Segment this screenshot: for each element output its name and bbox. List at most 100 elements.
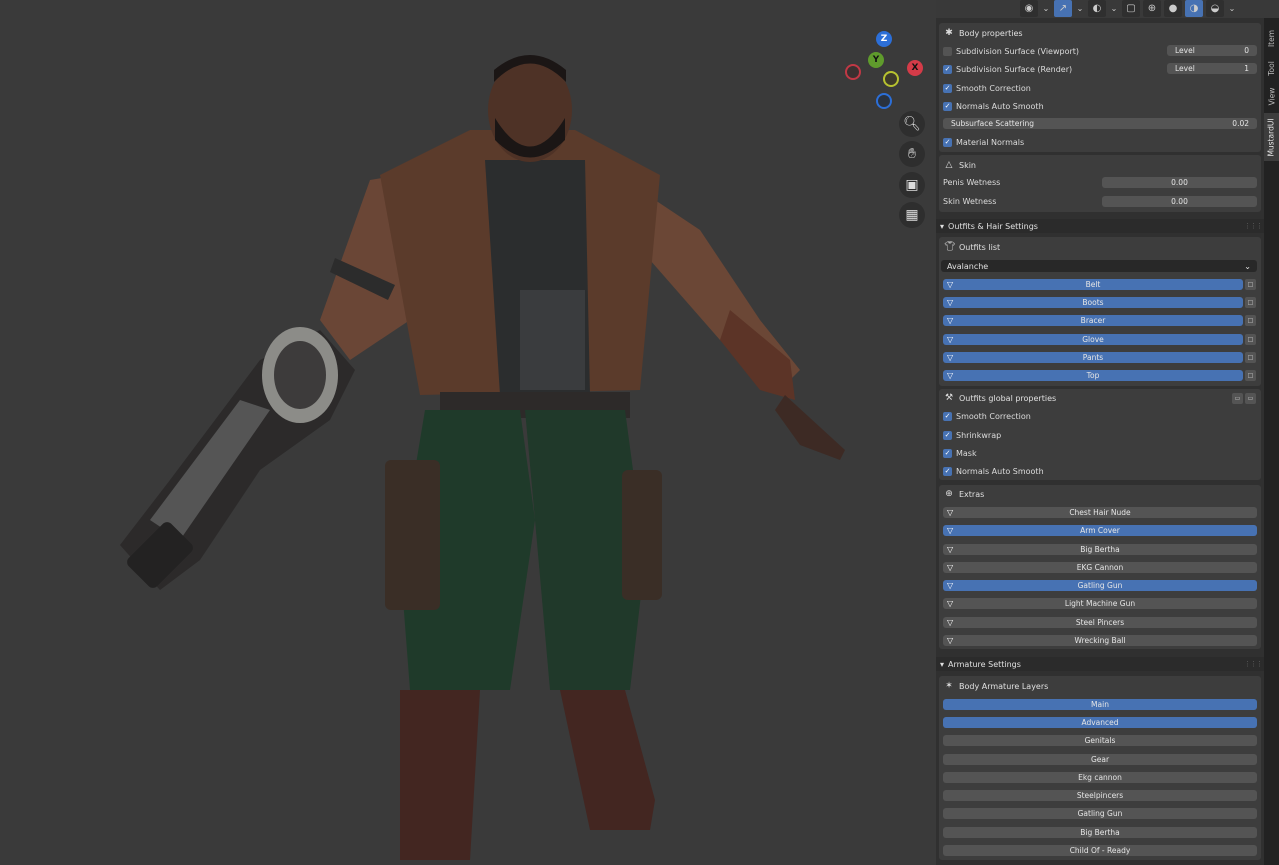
outfit-item-glove[interactable]: ▽ Glove [943, 334, 1243, 345]
camera-icon[interactable]: ▣ [899, 172, 925, 198]
layer-big-bertha[interactable]: Big Bertha [943, 827, 1257, 838]
chevron-down-icon[interactable]: ⌄ [1227, 0, 1237, 17]
outfit-item-pants[interactable]: ▽ Pants [943, 352, 1243, 363]
grid-icon[interactable]: ▦ [899, 202, 925, 228]
extra-chest-hair-nude[interactable]: ▽ Chest Hair Nude [943, 507, 1257, 518]
outfit-select[interactable]: Avalanche ⌄ [941, 260, 1257, 272]
lock-icon[interactable]: □ [1245, 279, 1256, 290]
outfits-hair-section-header[interactable]: ▾ Outfits & Hair Settings ⋮⋮⋮ [936, 219, 1264, 233]
global-mask-checkbox[interactable]: ✓ [943, 448, 952, 458]
xray-icon[interactable]: ▢ [1122, 0, 1140, 17]
gizmo-z-axis[interactable]: Z [876, 31, 892, 47]
solid-shading-icon[interactable]: ● [1164, 0, 1182, 17]
extra-gatling-gun[interactable]: ▽ Gatling Gun [943, 580, 1257, 591]
layer-gear[interactable]: Gear [943, 754, 1257, 765]
global-shrinkwrap-row[interactable]: ✓ Shrinkwrap [943, 429, 1001, 441]
subdiv-render-checkbox[interactable]: ✓ [943, 64, 952, 74]
outfit-item-belt[interactable]: ▽ Belt [943, 279, 1243, 290]
skin-wetness-label: Skin Wetness [943, 197, 997, 206]
armature-layers-title: Body Armature Layers [959, 681, 1049, 691]
outfits-list-title: Outfits list [959, 242, 1001, 252]
layer-steelpincers[interactable]: Steelpincers [943, 790, 1257, 801]
gizmo-neg-z[interactable] [876, 93, 892, 109]
drag-grip-icon[interactable]: ⋮⋮⋮ [1244, 660, 1263, 668]
material-normals-row[interactable]: ✓ Material Normals [943, 136, 1024, 148]
layer-ekg-cannon[interactable]: Ekg cannon [943, 772, 1257, 783]
subdiv-viewport-checkbox[interactable] [943, 46, 952, 56]
outfit-select-value: Avalanche [947, 261, 989, 271]
tab-tool[interactable]: Tool [1264, 54, 1279, 82]
armature-section-header[interactable]: ▾ Armature Settings ⋮⋮⋮ [936, 657, 1264, 671]
global-smooth-correction-row[interactable]: ✓ Smooth Correction [943, 410, 1031, 422]
chevron-down-icon[interactable]: ⌄ [1075, 0, 1085, 17]
sidebar-tabs: Item Tool View MustardUI [1264, 18, 1279, 865]
outfit-item-top[interactable]: ▽ Top [943, 370, 1243, 381]
drag-grip-icon[interactable]: ⋮⋮⋮ [1244, 222, 1263, 230]
extra-arm-cover[interactable]: ▽ Arm Cover [943, 525, 1257, 536]
zoom-icon[interactable]: 🔍︎ [899, 111, 925, 137]
gizmo-x-axis[interactable]: X [907, 60, 923, 76]
normals-auto-smooth-checkbox[interactable]: ✓ [943, 101, 952, 111]
gizmo-y-axis[interactable]: Y [868, 52, 884, 68]
chevron-down-icon[interactable]: ⌄ [1041, 0, 1051, 17]
extra-ekg-cannon[interactable]: ▽ EKG Cannon [943, 562, 1257, 573]
material-normals-checkbox[interactable]: ✓ [943, 137, 952, 147]
global-mask-row[interactable]: ✓ Mask [943, 447, 977, 459]
chevron-down-icon[interactable]: ⌄ [1109, 0, 1119, 17]
gizmo-neg-x[interactable] [845, 64, 861, 80]
eye-icon[interactable]: ◉ [1020, 0, 1038, 17]
material-shading-icon[interactable]: ◑ [1185, 0, 1203, 17]
outfit-item-label: Pants [1082, 353, 1104, 362]
extra-wrecking-ball[interactable]: ▽ Wrecking Ball [943, 635, 1257, 646]
3d-viewport[interactable]: Z Y X 🔍︎ ✋︎ ▣ ▦ [0, 0, 936, 865]
character-model[interactable] [0, 0, 936, 865]
smooth-correction-row[interactable]: ✓ Smooth Correction [943, 82, 1031, 94]
lock-icon[interactable]: □ [1245, 334, 1256, 345]
overlay-icon[interactable]: ◐ [1088, 0, 1106, 17]
subdiv-viewport-row[interactable]: Subdivision Surface (Viewport) [943, 45, 1079, 57]
tab-mustardui[interactable]: MustardUI [1264, 113, 1279, 161]
extra-label: Steel Pincers [1075, 618, 1125, 627]
gizmo-neg-y[interactable] [883, 71, 899, 87]
layer-genitals[interactable]: Genitals [943, 735, 1257, 746]
outfit-item-label: Belt [1085, 280, 1101, 289]
normals-auto-smooth-row[interactable]: ✓ Normals Auto Smooth [943, 100, 1044, 112]
tab-view[interactable]: View [1264, 82, 1279, 110]
subdiv-render-row[interactable]: ✓ Subdivision Surface (Render) [943, 63, 1072, 75]
subsurface-scattering-slider[interactable]: Subsurface Scattering 0.02 [943, 118, 1257, 129]
extra-light-machine-gun[interactable]: ▽ Light Machine Gun [943, 598, 1257, 609]
lock-icon[interactable]: □ [1245, 370, 1256, 381]
viewport-toggle-icon[interactable]: ▭ [1232, 393, 1243, 404]
global-smooth-correction-checkbox[interactable]: ✓ [943, 411, 952, 421]
layer-child-of-ready[interactable]: Child Of - Ready [943, 845, 1257, 856]
sss-value: 0.02 [1232, 119, 1249, 128]
hand-icon[interactable]: ✋︎ [899, 141, 925, 167]
rendered-shading-icon[interactable]: ◒ [1206, 0, 1224, 17]
skin-wetness-field[interactable]: 0.00 [1102, 196, 1257, 207]
tab-item[interactable]: Item [1264, 22, 1279, 54]
lock-icon[interactable]: □ [1245, 297, 1256, 308]
layer-main[interactable]: Main [943, 699, 1257, 710]
triangle-icon: ▽ [947, 335, 954, 344]
layer-advanced[interactable]: Advanced [943, 717, 1257, 728]
wireframe-shading-icon[interactable]: ⊕ [1143, 0, 1161, 17]
extra-steel-pincers[interactable]: ▽ Steel Pincers [943, 617, 1257, 628]
lock-icon[interactable]: □ [1245, 352, 1256, 363]
layer-gatling-gun[interactable]: Gatling Gun [943, 808, 1257, 819]
global-normals-checkbox[interactable]: ✓ [943, 466, 952, 476]
global-shrinkwrap-checkbox[interactable]: ✓ [943, 430, 952, 440]
render-toggle-icon[interactable]: ▭ [1245, 393, 1256, 404]
penis-wetness-field[interactable]: 0.00 [1102, 177, 1257, 188]
global-normals-row[interactable]: ✓ Normals Auto Smooth [943, 465, 1044, 477]
subdiv-viewport-level[interactable]: Level 0 [1167, 45, 1257, 56]
gizmo-icon[interactable]: ↗ [1054, 0, 1072, 17]
extra-big-bertha[interactable]: ▽ Big Bertha [943, 544, 1257, 555]
armature-icon: ✶ [945, 681, 953, 691]
subdiv-render-level[interactable]: Level 1 [1167, 63, 1257, 74]
outfit-item-bracer[interactable]: ▽ Bracer [943, 315, 1243, 326]
outfit-item-boots[interactable]: ▽ Boots [943, 297, 1243, 308]
smooth-correction-checkbox[interactable]: ✓ [943, 83, 952, 93]
triangle-icon: ▽ [947, 599, 954, 608]
lock-icon[interactable]: □ [1245, 315, 1256, 326]
extra-label: Wrecking Ball [1074, 636, 1126, 645]
